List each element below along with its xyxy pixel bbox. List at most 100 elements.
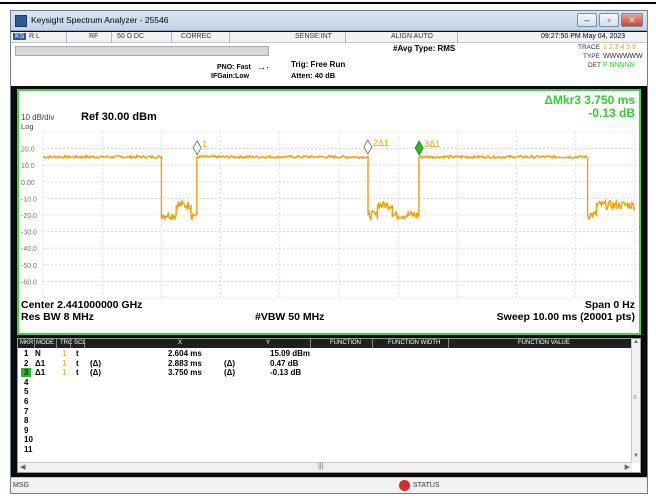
type-label: TYPE [583,53,600,60]
trace-values: 1 2 3 4 5 6 [603,44,637,51]
table-row[interactable]: 1 N 1 t 2.604 ms 15.09 dBm [18,349,632,358]
marker-x-value: 3.750 ms [168,368,202,378]
app-icon [15,15,27,27]
attenuation-setting: Atten: 40 dB [291,71,336,80]
markers-group: 1 2Δ1 3Δ1 [192,138,440,156]
header-divider [372,339,373,348]
table-header-cell[interactable]: Y [266,340,270,346]
marker-y-value: 0.47 dB [270,358,299,368]
marker-number: 10 [24,435,33,445]
status-label[interactable]: STATUS [413,482,440,489]
marker-number: 5 [24,387,29,397]
scroll-grip-icon[interactable]: ≡ [633,395,637,401]
table-header: MKR MODE TRC SCL X Y FUNCTION FUNCTION WIDTH FUN… [18,339,633,348]
marker-x-value: 2.604 ms [168,349,202,358]
impedance-coupling: 50 Ω DC [117,33,145,40]
table-row[interactable]: 9 [18,426,632,435]
table-row[interactable]: 8 [18,416,632,425]
y-tick-label: -10.0 [21,196,37,203]
table-row[interactable]: 4 [18,378,632,387]
marker-mode: N [35,349,41,358]
plot-svg: 20.0 10.0 0.00 -10.0 -20.0 -30.0 -40.0 -50.0 -60… [21,131,636,299]
scroll-left-icon[interactable]: ◀ [20,463,25,471]
divider [171,32,172,43]
marker-number: 9 [24,425,29,435]
vertical-scrollbar[interactable]: ▲ ≡ ▼ [631,339,640,463]
header-divider [34,339,35,348]
marker-diamond [192,139,202,156]
video-bandwidth: #VBW 50 MHz [255,311,325,323]
divider [457,32,458,43]
table-header-cell[interactable]: FUNCTION WIDTH [388,340,440,346]
marker-y-value: -0.13 dB [270,368,302,378]
close-button[interactable]: ✕ [621,13,643,27]
analyzer-window: Keysight Spectrum Analyzer - 25546 – ▫ ✕… [10,10,648,494]
marker-number: 4 [24,377,29,387]
marker-mode: Δ1 [35,368,46,378]
marker-number: 8 [24,416,29,426]
table-row[interactable]: 10 [18,435,632,444]
marker-number: 11 [24,445,33,454]
table-row[interactable]: 11 [18,445,632,454]
pno-setting: PNO: Fast [217,64,251,71]
x-delta-flag: (Δ) [90,368,102,378]
det-values: P NNNNN [603,62,635,69]
x-delta-flag: (Δ) [90,358,102,368]
status-row: KS R L RF 50 Ω DC CORREC SENSE:INT ALIGN… [11,32,647,43]
marker-label: 2Δ1 [373,138,389,148]
header-divider [70,339,71,348]
maximize-button[interactable]: ▫ [599,13,619,27]
table-header-cell[interactable]: FUNCTION VALUE [518,340,570,346]
hscroll-grip-icon[interactable]: ||| [318,463,323,470]
table-row[interactable]: 3 Δ1 1 t (Δ) 3.750 ms (Δ) -0.13 dB [18,368,632,378]
entry-field[interactable] [15,46,269,56]
table-row[interactable]: 6 [18,397,632,406]
marker-label: 3Δ1 [424,139,440,149]
correction-indicator: CORREC [181,33,212,40]
title-bar[interactable]: Keysight Spectrum Analyzer - 25546 – ▫ ✕ [11,11,647,31]
table-header-cell[interactable]: MKR [20,340,33,346]
span: Span 0 Hz [584,299,635,311]
marker-scale: t [76,368,79,378]
horizontal-scrollbar[interactable]: ◀ ||| ▶ [18,462,632,472]
table-header-cell[interactable]: X [178,340,182,346]
table-row[interactable]: 5 [18,387,632,396]
status-alert-icon[interactable] [399,480,410,491]
y-tick-label: -60.0 [21,279,37,286]
trace-label: TRACE [578,44,601,51]
table-row[interactable]: 2 Δ1 1 t (Δ) 2.883 ms (Δ) 0.47 dB [18,359,632,368]
marker-table[interactable]: MKR MODE TRC SCL X Y FUNCTION FUNCTION WIDTH FUN… [17,338,641,473]
table-row[interactable]: 7 [18,407,632,416]
window-title: Keysight Spectrum Analyzer - 25546 [31,15,169,25]
y-delta-flag: (Δ) [224,358,236,368]
divider [229,32,230,43]
divider [66,32,67,43]
marker-diamond [414,140,424,156]
table-header-cell[interactable]: FUNCTION [330,340,361,346]
msg-label: MSG [13,482,29,489]
ifgain-setting: IFGain:Low [211,73,250,80]
y-tick-label: 20.0 [21,147,35,154]
marker-scale: t [76,349,79,358]
trace-display[interactable]: ΔMkr3 3.750 ms -0.13 dB 10 dB/div Log Re… [17,89,641,335]
marker-label: 1 [202,139,207,149]
marker-scale: t [76,358,79,368]
header-divider [84,339,85,348]
scroll-down-icon[interactable]: ▼ [633,453,639,459]
resolution-bandwidth: Res BW 8 MHz [21,311,94,323]
minimize-button[interactable]: – [577,13,597,27]
trigger-setting: Trig: Free Run [291,60,346,69]
y-tick-label: -50.0 [21,263,37,270]
header-divider [56,339,57,348]
y-tick-label: 0.00 [21,180,35,187]
marker-x-value: 2.883 ms [168,358,202,368]
marker-trace: 1 [62,368,67,378]
marker-number: 7 [24,406,29,416]
scroll-right-icon[interactable]: ▶ [625,463,630,471]
scroll-up-icon[interactable]: ▲ [633,339,639,345]
y-tick-label: -40.0 [21,246,37,253]
sense-indicator: SENSE:INT [295,33,332,40]
table-header-cell[interactable]: MODE [36,340,54,346]
avg-type: #Avg Type: RMS [393,44,456,53]
y-tick-label: 10.0 [21,163,35,170]
